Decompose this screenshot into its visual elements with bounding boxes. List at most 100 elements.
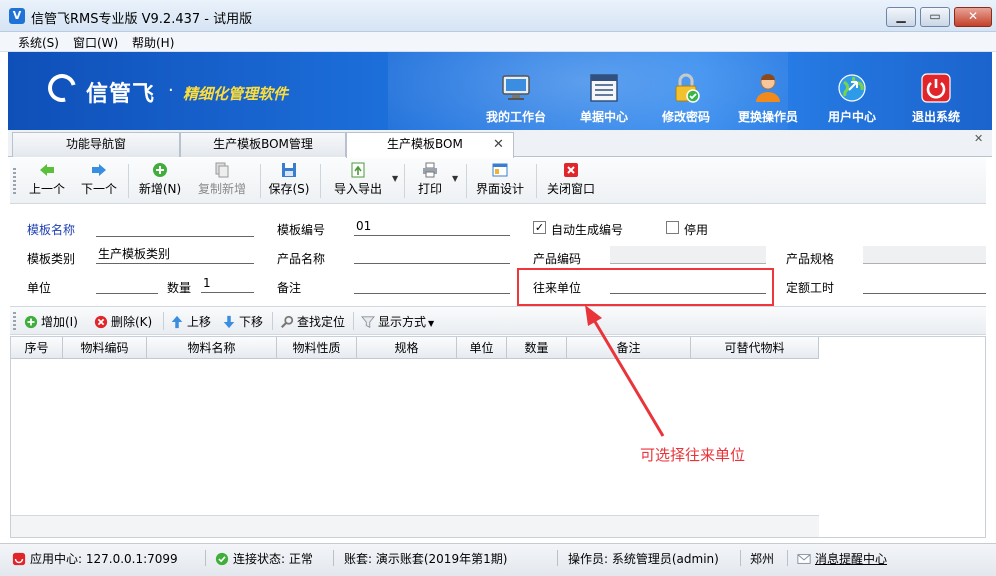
status-bar: 应用中心: 127.0.0.1:7099 连接状态: 正常 账套: 演示账套(2… [0,543,996,576]
template-type-label: 模板类别 [27,252,76,266]
status-app-center: 应用中心: 127.0.0.1:7099 [12,550,178,567]
header-banner: 信管飞 · 精细化管理软件 我的工作台 单据中心 修改密码 更换操作员 用户中心… [8,52,992,130]
switch-operator-button[interactable]: 更换操作员 [732,72,804,125]
close-window-button[interactable]: 关闭窗口 [542,162,600,197]
product-spec-label: 产品规格 [786,252,835,266]
brand-logo-icon [42,68,82,108]
menu-bar: 系统(S) 窗口(W) 帮助(H) [0,32,996,52]
product-name-label: 产品名称 [277,252,326,266]
print-button[interactable]: 打印 [410,162,450,197]
close-button[interactable]: ✕ [954,7,992,27]
main-toolbar: 上一个 下一个 新增(N) 复制新增 保存(S) 导入导出 ▼ 打印 ▼ 界面设… [10,158,986,204]
maximize-button[interactable]: ▭ [920,7,950,27]
disabled-label: 停用 [684,223,709,237]
move-up-button[interactable]: 上移 [170,313,211,330]
quota-hours-field[interactable] [863,276,986,294]
grid-horizontal-scrollbar[interactable] [11,515,819,537]
unit-field[interactable] [96,276,158,294]
menu-window[interactable]: 窗口(W) [73,34,118,51]
template-type-field[interactable]: 生产模板类别 [96,246,254,264]
disabled-checkbox[interactable] [666,221,679,234]
check-circle-icon [215,552,229,566]
minimize-button[interactable]: ▁ [886,7,916,27]
envelope-icon [797,554,811,564]
col-spec[interactable]: 规格 [357,337,457,359]
tab-label: 生产模板BOM [387,137,463,151]
plus-circle-icon [24,315,38,329]
status-city: 郑州 [750,552,775,566]
change-password-button[interactable]: 修改密码 [650,72,722,125]
quota-hours-label: 定额工时 [786,281,835,295]
import-export-dropdown-icon[interactable]: ▼ [392,174,398,183]
document-center-button[interactable]: 单据中心 [568,72,640,125]
window-title: 信管飞RMS专业版 V9.2.437 - 试用版 [31,12,253,27]
add-button[interactable]: 新增(N) [134,162,186,197]
menu-system[interactable]: 系统(S) [18,34,59,51]
message-center-link[interactable]: 消息提醒中心 [797,550,887,567]
col-material-type[interactable]: 物料性质 [277,337,357,359]
grid-header: 序号 物料编码 物料名称 物料性质 规格 单位 数量 备注 可替代物料 [11,337,819,359]
template-name-field[interactable] [96,219,254,237]
tab-navigation[interactable]: 功能导航窗 [12,132,180,157]
template-no-label: 模板编号 [277,223,326,237]
close-window-icon [564,163,578,177]
print-dropdown-icon[interactable]: ▼ [452,174,458,183]
user-icon [756,74,780,102]
arrow-right-icon [92,164,106,176]
col-material-name[interactable]: 物料名称 [147,337,277,359]
delete-circle-icon [94,315,108,329]
copy-icon [215,162,229,178]
menu-help[interactable]: 帮助(H) [132,34,174,51]
copy-add-button[interactable]: 复制新增 [194,162,250,197]
prev-button[interactable]: 上一个 [24,162,70,197]
next-button[interactable]: 下一个 [76,162,122,197]
brand-slogan: 精细化管理软件 [183,85,289,103]
qty-field[interactable]: 1 [201,275,254,293]
auto-number-label: 自动生成编号 [551,223,624,237]
col-substitute-material[interactable]: 可替代物料 [691,337,819,359]
product-name-field[interactable] [354,246,510,264]
product-code-field [610,246,766,264]
toolbar-grip [13,168,16,194]
find-locate-button[interactable]: 查找定位 [280,313,345,330]
template-no-field[interactable]: 01 [354,218,510,236]
tab-bom-management[interactable]: 生产模板BOM管理 [180,132,346,157]
plus-circle-icon [153,163,167,177]
col-remark[interactable]: 备注 [567,337,691,359]
lock-icon [675,73,700,103]
import-export-button[interactable]: 导入导出 [326,162,390,197]
exit-system-button[interactable]: 退出系统 [900,72,972,125]
col-qty[interactable]: 数量 [507,337,567,359]
app-center-icon [12,552,26,566]
detail-delete-button[interactable]: 删除(K) [94,313,152,330]
app-logo-icon: V [9,8,25,24]
user-center-button[interactable]: 用户中心 [816,72,888,125]
floppy-disk-icon [282,163,296,177]
ui-design-button[interactable]: 界面设计 [472,162,528,197]
title-bar: V 信管飞RMS专业版 V9.2.437 - 试用版 ▁ ▭ ✕ [0,0,996,32]
detail-add-button[interactable]: 增加(I) [24,313,78,330]
col-unit[interactable]: 单位 [457,337,507,359]
product-spec-field [863,246,986,264]
remark-field[interactable] [354,276,510,294]
remark-label: 备注 [277,281,302,295]
monitor-icon [502,75,530,100]
bom-detail-grid[interactable]: 序号 物料编码 物料名称 物料性质 规格 单位 数量 备注 可替代物料 [10,336,986,538]
my-workbench-button[interactable]: 我的工作台 [480,72,552,125]
qty-label: 数量 [167,281,192,295]
template-name-label: 模板名称 [27,223,76,237]
status-connection: 连接状态: 正常 [215,550,313,567]
close-all-icon[interactable]: ✕ [974,132,983,145]
col-material-code[interactable]: 物料编码 [63,337,147,359]
move-down-button[interactable]: 下移 [222,313,263,330]
col-seq[interactable]: 序号 [11,337,63,359]
auto-number-checkbox[interactable]: ✓ [533,221,546,234]
arrow-down-icon [223,315,235,329]
layout-icon [492,163,508,177]
tab-close-icon[interactable]: ✕ [493,137,504,152]
document-list-icon [590,74,618,102]
template-form: 模板名称 模板编号 01 ✓ 自动生成编号 停用 模板类别 生产模板类别 产品名… [10,205,986,305]
tab-production-template-bom[interactable]: 生产模板BOM [346,132,514,158]
display-mode-button[interactable]: 显示方式 ▼ [361,313,434,330]
save-button[interactable]: 保存(S) [266,162,312,197]
